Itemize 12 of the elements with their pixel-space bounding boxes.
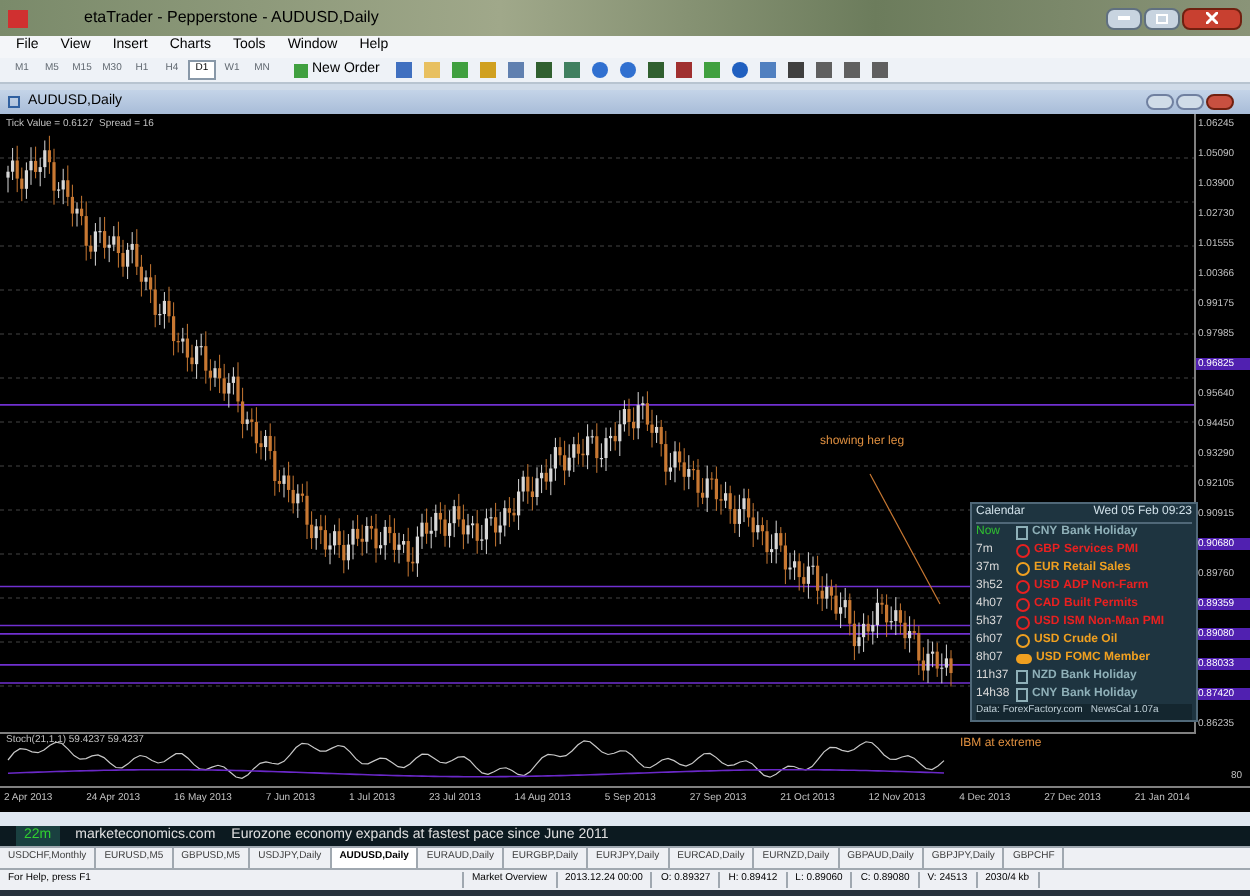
calendar-icon [1016, 526, 1028, 540]
minimize-button[interactable] [1146, 94, 1174, 110]
leader-line [869, 473, 941, 605]
maximize-button[interactable] [1144, 7, 1180, 29]
close-icon [1206, 12, 1218, 24]
close-button[interactable] [1182, 7, 1242, 29]
window-title: etaTrader - Pepperstone - AUDUSD,Daily [84, 6, 379, 30]
app-icon [8, 9, 28, 27]
minimize-button[interactable] [1106, 7, 1142, 29]
chart-icon [8, 96, 20, 108]
close-button[interactable] [1206, 94, 1234, 110]
speech-bubble-icon [1016, 654, 1032, 664]
